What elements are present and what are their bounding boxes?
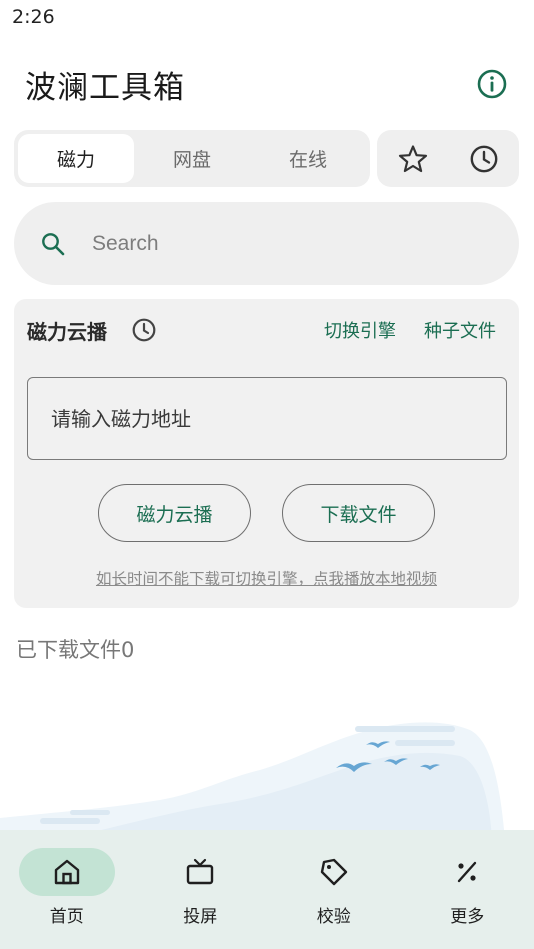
clock-icon [132,318,156,342]
search-icon [38,229,68,259]
tag-icon [320,858,347,886]
tab-online[interactable]: 在线 [250,134,366,183]
bottom-navigation: 首页 投屏 校验 更多 [0,830,534,949]
nav-item-more[interactable]: 更多 [401,830,534,949]
quick-actions [377,130,519,187]
nav-item-home[interactable]: 首页 [0,830,134,949]
torrent-file-link[interactable]: 种子文件 [424,317,496,343]
cloud-play-button[interactable]: 磁力云播 [98,484,251,542]
clock-icon [470,145,497,172]
home-icon [54,859,79,885]
tab-netdisk[interactable]: 网盘 [134,134,250,183]
search-input[interactable] [92,231,472,256]
tv-icon [187,858,214,885]
landscape-illustration [0,722,505,840]
nav-label-home: 首页 [49,907,84,927]
favorites-button[interactable] [393,139,433,179]
magnet-url-input[interactable] [27,377,507,460]
search-bar[interactable] [14,202,519,285]
source-tabs: 磁力 网盘 在线 [14,130,370,187]
history-button[interactable] [464,139,504,179]
percent-icon [458,861,477,883]
page-title: 波澜工具箱 [25,70,185,106]
magnet-play-card: 磁力云播 切换引擎 种子文件 磁力云播 下载文件 如长时间不能下载可切换引擎，点… [14,299,519,608]
nav-label-verify: 校验 [316,907,351,927]
nav-label-cast: 投屏 [183,907,218,927]
nav-label-more: 更多 [450,907,485,927]
nav-item-cast[interactable]: 投屏 [134,830,268,949]
card-title: 磁力云播 [27,320,107,344]
tab-magnet[interactable]: 磁力 [18,134,134,183]
app-screen: 2:26 波澜工具箱 磁力 网盘 在线 Search 磁力云播 切换引擎 种子文… [0,0,534,949]
nav-active-indicator [18,848,115,896]
switch-engine-link[interactable]: 切换引擎 [324,317,396,343]
nav-item-verify[interactable]: 校验 [267,830,401,949]
download-file-button[interactable]: 下载文件 [282,484,435,542]
play-local-video-link[interactable]: 如长时间不能下载可切换引擎，点我播放本地视频 [14,567,519,589]
downloaded-count: 已下载文件0 [16,638,135,662]
magnet-history-button[interactable] [131,317,157,343]
status-time: 2:26 [12,6,55,28]
info-button[interactable] [474,66,510,102]
info-icon [477,69,507,99]
star-icon [398,144,427,172]
